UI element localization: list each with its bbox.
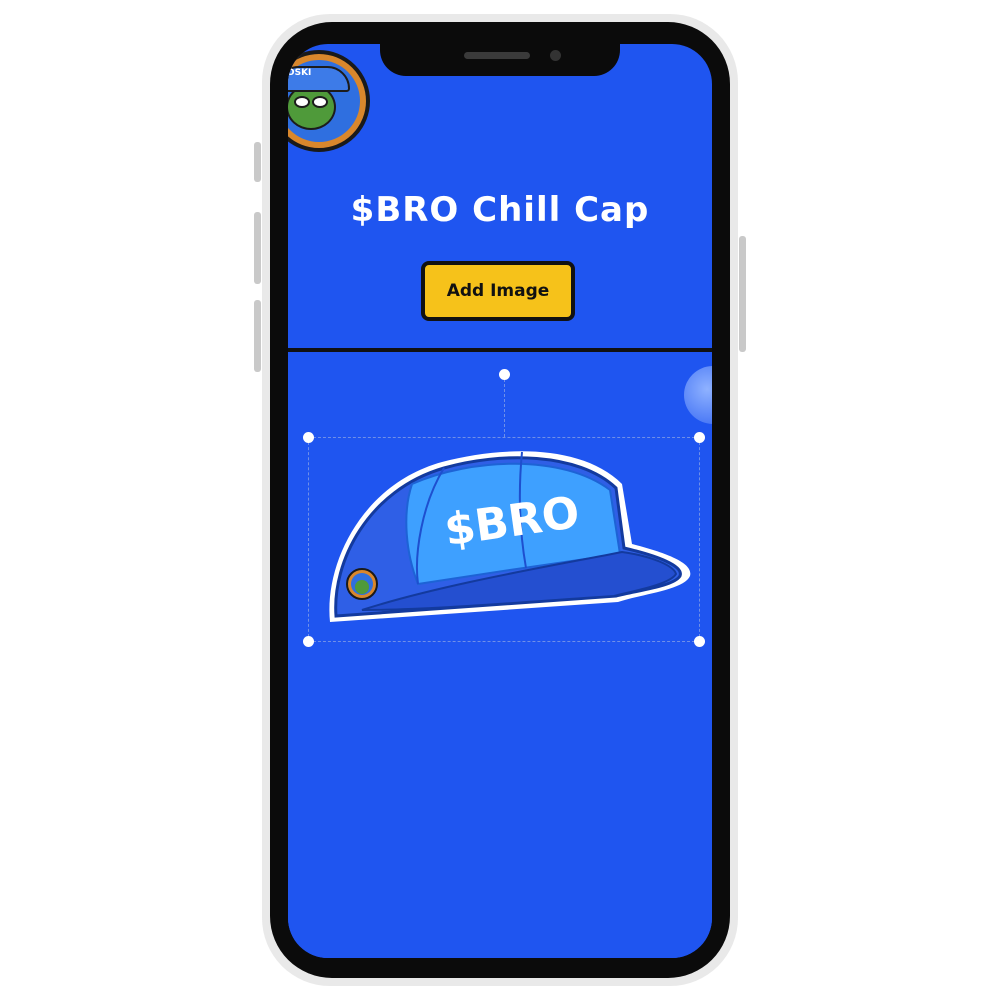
mute-switch [254, 142, 261, 182]
power-button [739, 236, 746, 352]
add-image-button[interactable]: Add Image [421, 261, 575, 321]
frog-eye-left [294, 96, 310, 108]
add-image-label: Add Image [446, 281, 550, 301]
cap-image[interactable]: $BRO [322, 444, 694, 639]
app-screen: ROSKI $BRO Chill Cap Add Image $BRO [288, 44, 712, 958]
speaker-grille [464, 52, 530, 59]
volume-up-button [254, 212, 261, 284]
rotate-handle[interactable] [499, 369, 510, 380]
resize-handle-bottom-right[interactable] [694, 636, 705, 647]
resize-handle-top-left[interactable] [303, 432, 314, 443]
rotate-guide [504, 374, 505, 437]
avatar-text: ROSKI [288, 68, 312, 78]
floating-bubble [684, 366, 712, 424]
volume-down-button [254, 300, 261, 372]
frog-eye-right [312, 96, 328, 108]
page-title: $BRO Chill Cap [350, 190, 650, 230]
avatar-icon[interactable]: ROSKI [288, 50, 370, 152]
design-canvas[interactable]: $BRO [288, 352, 712, 958]
resize-handle-bottom-left[interactable] [303, 636, 314, 647]
phone-notch [380, 22, 620, 76]
resize-handle-top-right[interactable] [694, 432, 705, 443]
front-camera [550, 50, 561, 61]
